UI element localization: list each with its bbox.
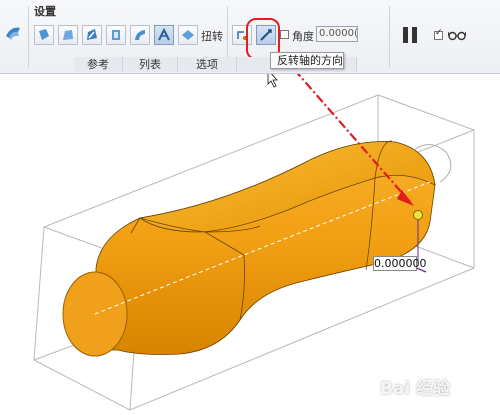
twist-label: 扭转 (201, 30, 223, 43)
twist-dimension-value[interactable]: 0.000000 (373, 256, 427, 271)
ribbon-toolbar: 设置 扭转 角度 0.0000( 参考 (0, 0, 500, 74)
tab-options[interactable]: 选项 (178, 57, 237, 72)
preview-checkbox[interactable] (434, 28, 443, 40)
solid-sweep-icon[interactable] (34, 25, 54, 45)
group-title-settings: 设置 (34, 5, 56, 18)
angle-checkbox[interactable] (280, 30, 289, 39)
model-canvas[interactable] (0, 74, 500, 415)
watermark-logo: Bai 经验 (380, 379, 451, 399)
angle-label: 角度 (292, 30, 314, 43)
tooltip-flip-axis: 反转轴的方向 (270, 52, 344, 69)
tab-references[interactable]: 参考 (74, 57, 123, 72)
twist-handle-point[interactable] (413, 210, 423, 220)
angle-input[interactable]: 0.0000( (316, 26, 358, 42)
surface-sweep-icon[interactable] (58, 25, 78, 45)
glasses-preview-icon[interactable] (447, 29, 467, 44)
twist-sweep-icon[interactable] (154, 25, 174, 45)
sweep-options-icon[interactable] (178, 25, 198, 45)
remove-material-icon[interactable] (82, 25, 102, 45)
tab-list[interactable]: 列表 (123, 57, 178, 72)
separator (389, 6, 390, 68)
thicken-sketch-icon[interactable] (106, 25, 126, 45)
sweep-mode-icon[interactable] (2, 20, 24, 44)
model-viewport[interactable]: 0.000000 (0, 74, 500, 415)
mouse-cursor-icon (267, 74, 278, 88)
pause-button[interactable] (403, 27, 419, 43)
swept-solid[interactable] (62, 140, 436, 357)
surface-trim-icon[interactable] (130, 25, 150, 45)
separator (28, 6, 29, 68)
